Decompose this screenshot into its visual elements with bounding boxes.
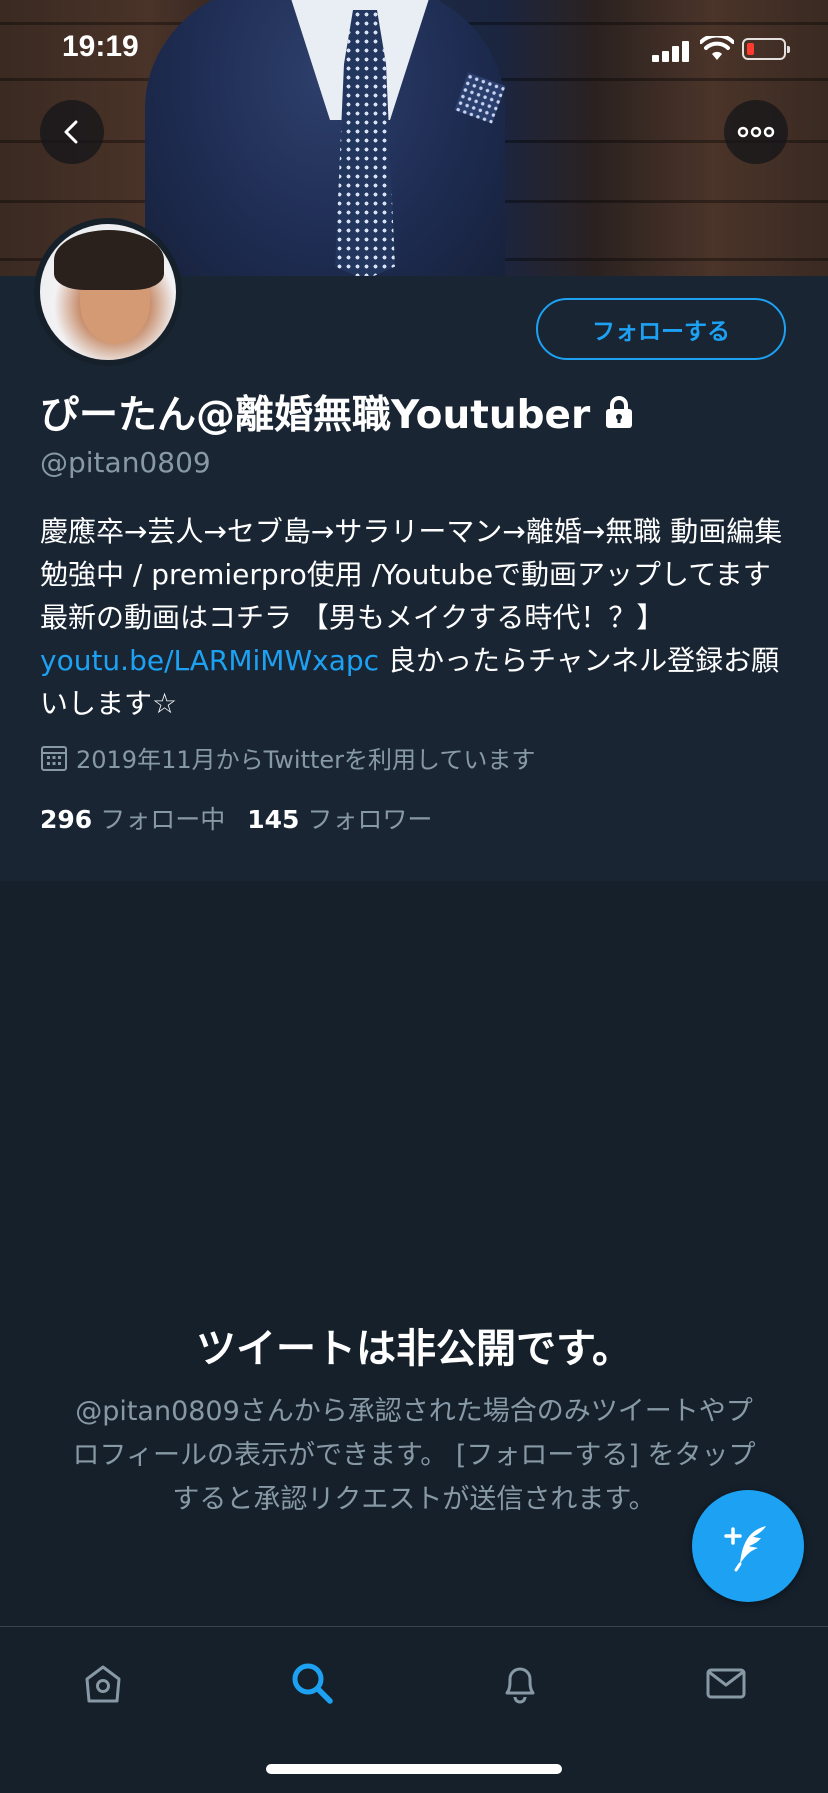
chevron-left-icon (64, 120, 78, 144)
calendar-icon (41, 745, 67, 771)
bio-link[interactable]: youtu.be/LARMiMWxapc (40, 644, 379, 677)
joined-text: 2019年11月からTwitterを利用しています (76, 746, 536, 774)
display-name: ぴーたん@離婚無職Youtuber (40, 393, 591, 438)
home-indicator[interactable] (266, 1764, 562, 1774)
compose-tweet-button[interactable] (692, 1490, 804, 1602)
followers-count[interactable]: 145 (247, 805, 299, 834)
profile-name-row: ぴーたん@離婚無職Youtuber (40, 384, 634, 440)
tab-messages[interactable] (696, 1653, 756, 1713)
mail-icon (706, 1668, 746, 1699)
profile-handle: @pitan0809 (40, 446, 211, 479)
compose-feather-icon (724, 1526, 766, 1572)
protected-tweets-title: ツイートは非公開です。 (196, 1326, 632, 1372)
search-icon (292, 1663, 333, 1704)
bell-icon (505, 1667, 535, 1704)
following-label[interactable]: フォロー中 (100, 800, 225, 836)
avatar[interactable] (34, 218, 182, 366)
home-icon (85, 1665, 121, 1703)
profile-bio: 慶應卒→芸人→セブ島→サラリーマン→離婚→無職 動画編集勉強中 / premie… (40, 510, 790, 725)
wifi-icon (700, 36, 734, 60)
joined-date: 2019年11月からTwitterを利用しています (40, 740, 535, 775)
protected-tweets-description: @pitan0809さんから承認された場合のみツイートやプロフィールの表示ができ… (72, 1396, 756, 1515)
lock-icon (606, 396, 633, 428)
tab-search[interactable] (282, 1653, 342, 1713)
tab-notifications[interactable] (490, 1653, 550, 1713)
following-count[interactable]: 296 (40, 805, 92, 834)
ellipsis-icon (737, 126, 775, 138)
more-options-button[interactable] (724, 100, 788, 164)
back-button[interactable] (40, 100, 104, 164)
followers-label[interactable]: フォロワー (307, 800, 432, 836)
cellular-signal-icon (652, 40, 690, 62)
follow-button[interactable]: フォローする (536, 298, 786, 360)
bio-text: 慶應卒→芸人→セブ島→サラリーマン→離婚→無職 動画編集勉強中 / premie… (40, 515, 783, 634)
status-time: 19:19 (62, 30, 139, 63)
follow-counts: 296 フォロー中 145 フォロワー (40, 800, 454, 836)
status-bar: 19:19 (0, 0, 828, 100)
tab-home[interactable] (73, 1653, 133, 1713)
battery-icon (742, 38, 790, 60)
